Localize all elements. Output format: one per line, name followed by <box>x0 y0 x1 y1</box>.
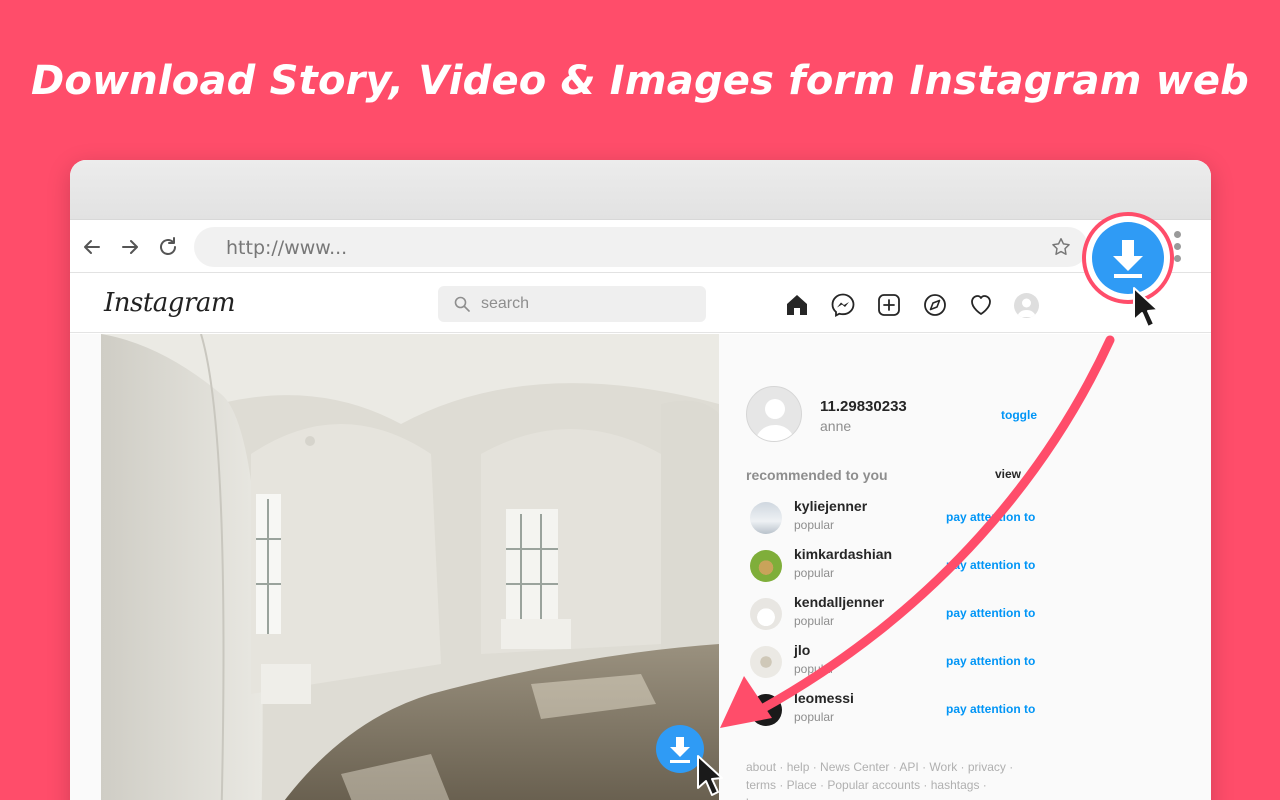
recommended-subtitle: popular <box>794 710 835 724</box>
search-placeholder: search <box>481 295 530 312</box>
recommended-username[interactable]: leomessi <box>794 690 854 706</box>
switch-account-link[interactable]: toggle <box>1001 408 1037 422</box>
footer-line[interactable]: about · help · News Center · API · Work … <box>746 758 1036 776</box>
my-fullname: anne <box>820 418 852 434</box>
profile-avatar[interactable] <box>1014 293 1039 318</box>
home-icon[interactable] <box>784 292 810 318</box>
download-icon <box>1113 240 1143 278</box>
list-item: leomessi popular pay attention to <box>746 690 1046 732</box>
avatar[interactable] <box>750 694 782 726</box>
instagram-content: 11.29830233 anne toggle recommended to y… <box>70 334 1211 800</box>
follow-button[interactable]: pay attention to <box>946 510 1035 524</box>
follow-button[interactable]: pay attention to <box>946 606 1035 620</box>
back-button[interactable] <box>80 235 104 259</box>
sidebar: 11.29830233 anne toggle recommended to y… <box>720 334 1211 800</box>
footer-line[interactable]: terms · Place · Popular accounts · hasht… <box>746 776 1036 794</box>
reload-button[interactable] <box>156 235 180 259</box>
forward-button[interactable] <box>118 235 142 259</box>
url-text: http://www... <box>226 237 348 259</box>
address-bar[interactable]: http://www... <box>194 227 1088 267</box>
arrow-left-icon <box>84 240 100 254</box>
extension-download-button[interactable] <box>1082 212 1174 304</box>
follow-button[interactable]: pay attention to <box>946 654 1035 668</box>
explore-icon[interactable] <box>922 292 948 318</box>
download-button-circle <box>1092 222 1164 294</box>
recommended-subtitle: popular <box>794 614 835 628</box>
follow-button[interactable]: pay attention to <box>946 558 1035 572</box>
list-item: kyliejenner popular pay attention to <box>746 498 1046 540</box>
my-avatar[interactable] <box>746 386 802 442</box>
avatar[interactable] <box>750 646 782 678</box>
view-all-link[interactable]: view <box>995 467 1021 481</box>
new-post-icon[interactable] <box>876 292 902 318</box>
post-image[interactable] <box>101 334 719 800</box>
recommended-title: recommended to you <box>746 467 888 483</box>
list-item: kendalljenner popular pay attention to <box>746 594 1046 636</box>
headline: Download Story, Video & Images form Inst… <box>30 58 1250 104</box>
recommended-username[interactable]: kyliejenner <box>794 498 867 514</box>
my-username[interactable]: 11.29830233 <box>820 398 907 415</box>
recommended-username[interactable]: kendalljenner <box>794 594 884 610</box>
search-input[interactable]: search <box>438 286 706 322</box>
recommended-subtitle: popular <box>794 518 835 532</box>
reload-icon <box>160 237 176 255</box>
follow-button[interactable]: pay attention to <box>946 702 1035 716</box>
instagram-logo[interactable]: Instagram <box>104 288 236 318</box>
user-silhouette-icon <box>755 399 795 441</box>
browser-titlebar <box>70 160 1211 220</box>
user-silhouette-icon <box>1017 298 1036 317</box>
recommended-username[interactable]: jlo <box>794 642 810 658</box>
browser-toolbar: http://www... <box>70 221 1211 273</box>
instagram-header: Instagram search <box>70 274 1211 333</box>
arrow-right-icon <box>122 240 138 254</box>
recommended-subtitle: popular <box>794 566 835 580</box>
messenger-icon[interactable] <box>830 292 856 318</box>
search-icon <box>454 296 470 312</box>
browser-window: http://www... Instagram search 11.298302… <box>70 160 1211 800</box>
list-item: kimkardashian popular pay attention to <box>746 546 1046 588</box>
list-item: jlo popular pay attention to <box>746 642 1046 684</box>
recommended-username[interactable]: kimkardashian <box>794 546 892 562</box>
avatar[interactable] <box>750 502 782 534</box>
footer-line[interactable]: language <box>746 794 1036 800</box>
post-download-button[interactable] <box>656 725 704 773</box>
arched-hallway-image <box>101 334 719 800</box>
footer-links: about · help · News Center · API · Work … <box>746 758 1036 800</box>
avatar[interactable] <box>750 550 782 582</box>
recommended-subtitle: popular <box>794 662 835 676</box>
star-icon[interactable] <box>1050 236 1072 258</box>
heart-icon[interactable] <box>968 292 994 318</box>
download-icon <box>670 737 690 763</box>
avatar[interactable] <box>750 598 782 630</box>
